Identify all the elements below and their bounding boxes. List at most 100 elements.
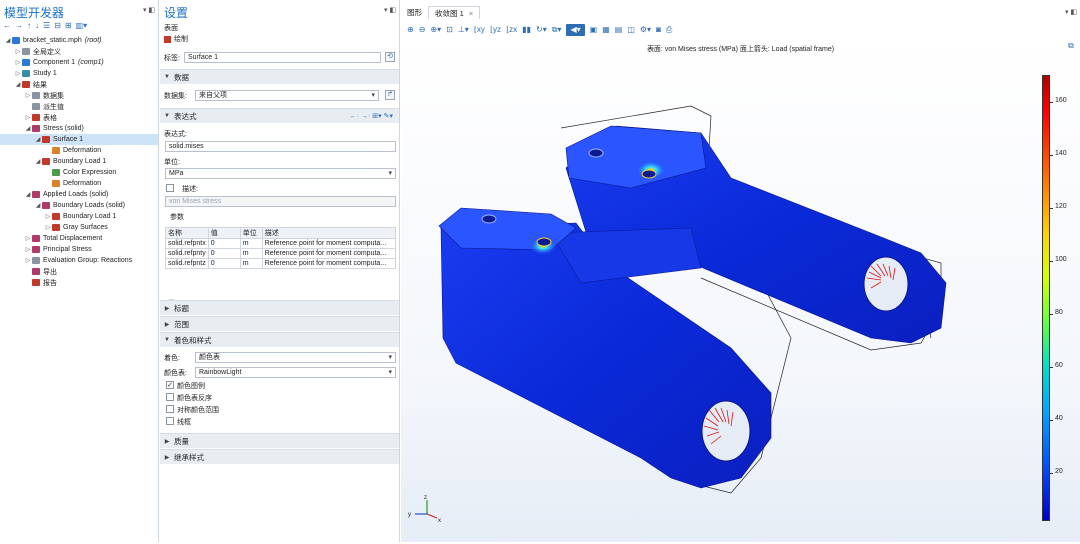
tree-item[interactable]: 导出: [0, 266, 158, 277]
param-value-cell[interactable]: 0: [207, 238, 241, 249]
zoom-out-icon[interactable]: ⊖: [419, 24, 426, 36]
plot-button[interactable]: 绘制: [164, 34, 188, 44]
bracket-3d-render[interactable]: [401, 38, 1080, 542]
collapsed-arrow-icon[interactable]: ▷: [14, 59, 22, 66]
description-checkbox[interactable]: [166, 184, 174, 192]
section-expression[interactable]: ▼ 表达式 ←· →· ⊞▾ ✎▾: [160, 108, 399, 123]
color-table-select[interactable]: RainbowLight: [195, 367, 396, 378]
back-icon[interactable]: ←: [3, 21, 11, 31]
param-value-cell[interactable]: 0: [207, 248, 241, 259]
rotate-icon[interactable]: ↻▾: [536, 24, 547, 36]
view-zx-icon[interactable]: ⌊zx: [506, 24, 517, 36]
table-row[interactable]: solid.refpntx 0 m Reference point for momen…: [165, 238, 397, 249]
tree-item[interactable]: ◢ Boundary Load 1: [0, 156, 158, 167]
collapsed-arrow-icon[interactable]: ▷: [44, 213, 52, 220]
tree-item[interactable]: ▷ 表格: [0, 112, 158, 123]
description-field[interactable]: von Mises stress: [165, 196, 396, 207]
section-title[interactable]: ▶ 标题: [160, 300, 399, 315]
expanded-arrow-icon[interactable]: ◢: [34, 202, 42, 209]
tree-item[interactable]: ◢ Stress (solid): [0, 123, 158, 134]
more-icon[interactable]: ▥▾: [76, 21, 88, 31]
collapsed-arrow-icon[interactable]: ▷: [24, 114, 32, 121]
tree-item[interactable]: ▷ Gray Surfaces: [0, 222, 158, 233]
tree-item[interactable]: ◢ Applied Loads (solid): [0, 189, 158, 200]
tree-item[interactable]: 派生值: [0, 101, 158, 112]
section-data[interactable]: ▼ 数据: [160, 69, 399, 84]
tree-item[interactable]: ◢ Boundary Loads (solid): [0, 200, 158, 211]
label-reset-icon[interactable]: ⟲: [385, 52, 395, 62]
camera-icon[interactable]: ◙: [656, 24, 661, 36]
tab-convergence[interactable]: 收敛图 1 ×: [428, 6, 481, 19]
section-range[interactable]: ▶ 范围: [160, 316, 399, 331]
view-yz-icon[interactable]: ⌊yz: [490, 24, 501, 36]
tree-item[interactable]: Color Expression: [0, 167, 158, 178]
tree-item[interactable]: ▷ Boundary Load 1: [0, 211, 158, 222]
collapsed-arrow-icon[interactable]: ▷: [44, 224, 52, 231]
view-3d-icon[interactable]: ▮▮: [522, 24, 531, 36]
tree-item[interactable]: ◢ 结果: [0, 79, 158, 90]
move-up-icon[interactable]: ↑: [27, 21, 31, 31]
zoom-in-icon[interactable]: ⊕: [407, 24, 414, 36]
expanded-arrow-icon[interactable]: ◢: [24, 191, 32, 198]
export-image-icon[interactable]: ⧉: [1068, 41, 1074, 51]
tree-item[interactable]: ▷ Evaluation Group: Reactions: [0, 255, 158, 266]
expression-field[interactable]: solid.mises: [165, 141, 396, 152]
select-icon[interactable]: ⧉▾: [552, 24, 562, 36]
section-inherit[interactable]: ▶ 继承样式: [160, 449, 399, 464]
selection-mode-icon[interactable]: ◀▾: [566, 24, 585, 36]
section-quality[interactable]: ▶ 质量: [160, 433, 399, 448]
expanded-arrow-icon[interactable]: ◢: [14, 81, 22, 88]
print-icon[interactable]: ⎙: [666, 24, 672, 36]
tree-item[interactable]: ▷ Component 1 (comp1): [0, 57, 158, 68]
tree-item[interactable]: ▷ Study 1: [0, 68, 158, 79]
collapsed-arrow-icon[interactable]: ▷: [24, 235, 32, 242]
wireframe-icon[interactable]: ▤: [615, 24, 623, 36]
table-row[interactable]: solid.refpntz 0 m Reference point for momen…: [165, 258, 397, 269]
tree-item[interactable]: ▷ 全局定义: [0, 46, 158, 57]
expression-toolbar-icons[interactable]: ←· →· ⊞▾ ✎▾: [350, 112, 393, 120]
expanded-arrow-icon[interactable]: ◢: [24, 125, 32, 132]
checkbox[interactable]: ✓: [166, 381, 174, 389]
dataset-select[interactable]: 来自父项: [195, 90, 379, 101]
collapsed-arrow-icon[interactable]: ▷: [24, 92, 32, 99]
close-icon[interactable]: ×: [469, 9, 473, 18]
tree-item[interactable]: Deformation: [0, 145, 158, 156]
collapse-icon[interactable]: ⊟: [54, 21, 61, 31]
coloring-select[interactable]: 颜色表: [195, 352, 396, 363]
settings-gear-icon[interactable]: ⚙▾: [640, 24, 651, 36]
checkbox[interactable]: [166, 393, 174, 401]
axis-icon[interactable]: ⊥▾: [458, 24, 469, 36]
zoom-box-icon[interactable]: ⊕▾: [430, 24, 441, 36]
collapsed-arrow-icon[interactable]: ▷: [14, 48, 22, 55]
graphics-panel-menu-icon[interactable]: ▾ ◧: [1065, 8, 1077, 16]
tree-item[interactable]: ▷ 数据集: [0, 90, 158, 101]
collapsed-arrow-icon[interactable]: ▷: [24, 257, 32, 264]
grid-icon[interactable]: ◫: [627, 24, 635, 36]
tree-item[interactable]: ▷ Principal Stress: [0, 244, 158, 255]
forward-icon[interactable]: →: [15, 21, 23, 31]
graphics-viewport[interactable]: [401, 38, 1080, 542]
tree-item[interactable]: 报告: [0, 277, 158, 288]
settings-panel-menu-icon[interactable]: ▾ ◧: [384, 6, 396, 14]
expand-icon[interactable]: ⊞: [65, 21, 72, 31]
tree-item[interactable]: ◢ Surface 1: [0, 134, 158, 145]
show-icon[interactable]: ☰: [43, 21, 50, 31]
expanded-arrow-icon[interactable]: ◢: [34, 136, 42, 143]
transparency-icon[interactable]: ▦: [602, 24, 610, 36]
expanded-arrow-icon[interactable]: ◢: [34, 158, 42, 165]
label-field[interactable]: Surface 1: [184, 52, 381, 63]
checkbox[interactable]: [166, 405, 174, 413]
scene-light-icon[interactable]: ▣: [590, 24, 598, 36]
param-value-cell[interactable]: 0: [207, 258, 241, 269]
tab-graphics[interactable]: 图形: [401, 6, 428, 19]
zoom-extents-icon[interactable]: ⊡: [446, 24, 453, 36]
expanded-arrow-icon[interactable]: ◢: [4, 37, 12, 44]
section-coloring[interactable]: ▼ 着色和样式: [160, 332, 399, 347]
tree-item[interactable]: Deformation: [0, 178, 158, 189]
tree-item[interactable]: ▷ Total Displacement: [0, 233, 158, 244]
move-down-icon[interactable]: ↓: [35, 21, 39, 31]
collapsed-arrow-icon[interactable]: ▷: [24, 246, 32, 253]
view-xy-icon[interactable]: ⌊xy: [474, 24, 485, 36]
unit-select[interactable]: MPa: [165, 168, 396, 179]
dataset-goto-icon[interactable]: ↱: [385, 90, 395, 100]
